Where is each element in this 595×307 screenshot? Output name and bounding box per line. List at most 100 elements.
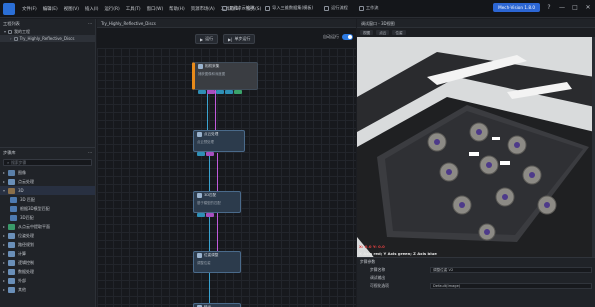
menu-item[interactable]: 运行(R)	[101, 6, 122, 12]
output-port[interactable]	[216, 90, 224, 94]
project-root[interactable]: ▾ 我的工程	[0, 28, 95, 35]
subitem-3d-match[interactable]: 3D 匹配	[0, 195, 95, 204]
app-logo-icon	[3, 2, 15, 15]
help-icon[interactable]: ?	[545, 4, 553, 11]
params-title: 步骤参数	[360, 259, 376, 264]
category-calc[interactable]: ▸ 计算	[0, 249, 95, 258]
category-external[interactable]: ▸ 外部	[0, 276, 95, 285]
step-name-field[interactable]: 调整位姿 V2	[430, 267, 592, 273]
output-port[interactable]	[207, 90, 215, 94]
ops-title: 步骤库	[3, 149, 16, 155]
category-data[interactable]: ▸ 数据处理	[0, 267, 95, 276]
chevron-right-icon[interactable]: ›	[10, 36, 12, 41]
output-port[interactable]	[197, 152, 205, 156]
pointcloud-tool[interactable]: 点云	[376, 30, 390, 35]
visualization-select[interactable]: Default(Image)	[430, 283, 592, 289]
menu-item[interactable]: 插入(I)	[82, 6, 102, 12]
close-icon[interactable]: ✕	[584, 4, 592, 11]
maximize-icon[interactable]: □	[571, 4, 579, 11]
menu-item[interactable]: 文件(F)	[19, 6, 40, 12]
menu-item[interactable]: 工具(T)	[123, 6, 144, 12]
subitem-label: 3D匹配	[20, 214, 34, 220]
category-label: 位姿处理	[18, 232, 35, 238]
pointcloud-node[interactable]: 点云处理 点云预处理	[193, 130, 245, 152]
category-image[interactable]: ▸ 图像	[0, 168, 95, 177]
menu-item[interactable]: 窗口(W)	[144, 6, 167, 12]
import-dataset-action[interactable]: 导入三维数据集(模板)	[261, 3, 317, 13]
output-port[interactable]	[234, 90, 242, 94]
cube-icon	[222, 5, 227, 11]
category-path[interactable]: ▸ 路径规划	[0, 240, 95, 249]
category-label: 点云处理	[18, 178, 35, 184]
category-label: 3D	[18, 188, 24, 193]
category-label: 路径规划	[18, 241, 35, 247]
category-other[interactable]: ▸ 其他	[0, 285, 95, 294]
action-label: 运行流程	[331, 5, 348, 10]
menu-bar: 文件(F) 编辑(E) 视图(V) 插入(I) 运行(R) 工具(T) 窗口(W…	[0, 0, 595, 18]
run-label: 运行	[205, 36, 214, 41]
chevron-right-icon: ▸	[3, 224, 6, 229]
panel-menu-icon[interactable]: ⋯	[88, 150, 92, 155]
subitem-model-match[interactable]: 根据3D模型匹配	[0, 204, 95, 213]
node-title: 3D匹配	[204, 193, 217, 197]
subitem-label: 从点云中提取平面	[18, 223, 51, 229]
external-category-icon	[8, 277, 16, 284]
project-item-label: Try_Highly_Reflective_Discs	[19, 36, 75, 41]
panel-menu-icon[interactable]: ⋯	[88, 21, 92, 26]
app-window: 文件(F) 编辑(E) 视图(V) 插入(I) 运行(R) 工具(T) 窗口(W…	[0, 0, 595, 307]
workflow-action[interactable]: 工作流	[355, 3, 383, 13]
editor-tab[interactable]: Try_Highly_Reflective_Discs	[97, 19, 356, 28]
step-run-button[interactable]: ▶| 单步运行	[223, 34, 256, 44]
menu-item[interactable]: 帮助(H)	[166, 6, 188, 12]
node-title: 点云处理	[204, 132, 219, 136]
wire	[217, 213, 218, 251]
node-canvas[interactable]: 相机采集 捕获图像和深度图 点云处理 点云预处理 3D匹配 基于模型的匹配 位姿…	[97, 48, 356, 307]
output-port[interactable]	[198, 90, 206, 94]
category-3d[interactable]: ▾ 3D	[0, 186, 95, 195]
menu-item[interactable]: 编辑(E)	[40, 6, 61, 12]
pose-node[interactable]: 位姿调整 调整位姿	[193, 251, 241, 273]
camera-node[interactable]: 相机采集 捕获图像和深度图	[192, 62, 258, 90]
step-search-input[interactable]: ⌕ 搜索步骤	[3, 159, 92, 166]
chevron-down-icon[interactable]: ▾	[4, 29, 6, 34]
output-node[interactable]: 输出	[193, 303, 241, 307]
param-row: 步骤名称 调整位姿 V2	[357, 266, 595, 274]
subitem-plane-extract[interactable]: ▸ 从点云中提取平面	[0, 222, 95, 231]
match-node[interactable]: 3D匹配 基于模型的匹配	[193, 191, 241, 213]
subitem-3d-matching[interactable]: 3D匹配	[0, 213, 95, 222]
image-category-icon	[8, 169, 16, 176]
category-pointcloud[interactable]: ▸ 点云处理	[0, 177, 95, 186]
menu-item[interactable]: 资源市场(A)	[188, 6, 218, 12]
output-port[interactable]	[225, 90, 233, 94]
left-pane: 工程列表 ⋯ ▾ 我的工程 › Try_Highly_Reflective_Di…	[0, 19, 96, 307]
auto-run-label: 自动运行	[323, 34, 339, 39]
subitem-label: 根据3D模型匹配	[20, 205, 50, 211]
viewer-tab[interactable]: 调试窗口 - 3D视图	[357, 19, 595, 28]
category-logic[interactable]: ▸ 逻辑控制	[0, 258, 95, 267]
model-step-icon	[10, 205, 17, 212]
user-button[interactable]: Mech-Vision 1.8.0	[493, 3, 540, 12]
menu-item[interactable]: 视图(V)	[61, 6, 82, 12]
param-label: 调试输出	[370, 275, 386, 280]
pose-tool[interactable]: 位姿	[392, 30, 406, 35]
projects-empty-space	[0, 42, 95, 147]
node-subtitle: 点云预处理	[197, 140, 214, 144]
run-flow-action[interactable]: 运行流程	[320, 3, 352, 13]
auto-run-toggle[interactable]	[342, 34, 353, 40]
view-tool[interactable]: 视图	[360, 30, 374, 35]
subitem-label: 3D 匹配	[20, 196, 35, 202]
project-item[interactable]: › Try_Highly_Reflective_Discs	[0, 35, 95, 42]
3d-viewport[interactable]: X: 0.0 Y: 0.0 X Axis red; Y Axis green; …	[357, 37, 595, 273]
chevron-right-icon: ▸	[3, 233, 6, 238]
other-category-icon	[8, 286, 16, 293]
param-label: 可视化选项	[370, 283, 389, 288]
projects-header: 工程列表 ⋯	[0, 19, 95, 28]
category-pose[interactable]: ▸ 位姿处理	[0, 231, 95, 240]
output-port[interactable]	[197, 213, 205, 217]
output-port[interactable]	[206, 213, 214, 217]
output-port[interactable]	[206, 152, 214, 156]
logic-category-icon	[8, 259, 16, 266]
run-button[interactable]: ▶ 运行	[195, 34, 219, 44]
minimize-icon[interactable]: —	[558, 4, 566, 11]
point-cloud-action[interactable]: 三维点云检测	[218, 3, 258, 13]
